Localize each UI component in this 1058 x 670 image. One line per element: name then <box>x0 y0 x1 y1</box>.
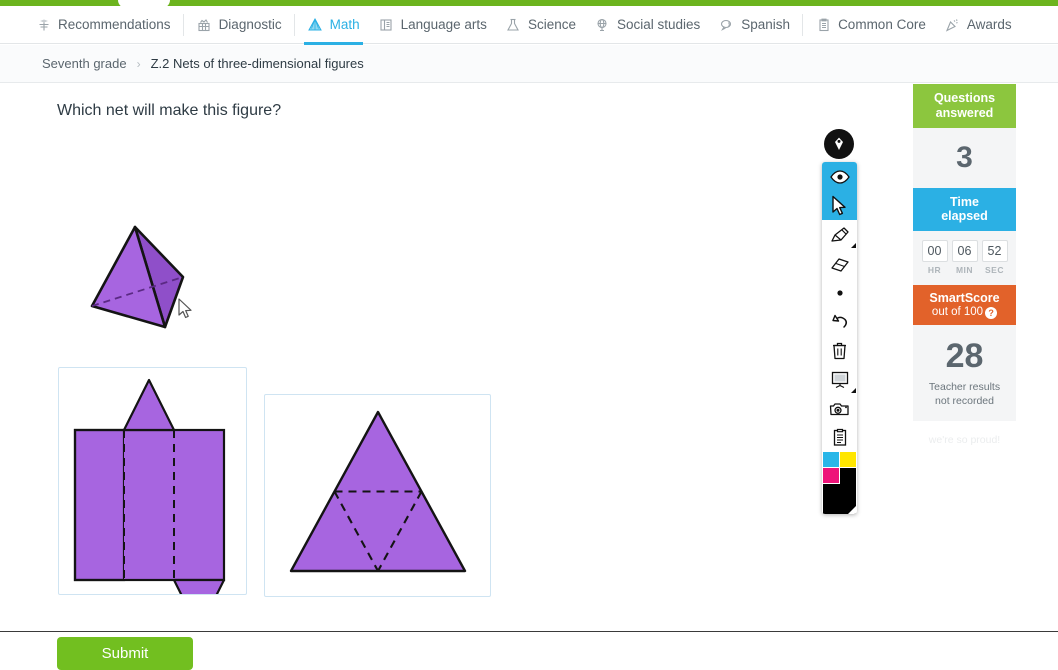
submenu-corner-icon <box>848 506 856 514</box>
timer-display: 00 HR 06 MIN 52 SEC <box>913 231 1016 275</box>
book-icon <box>378 16 395 33</box>
breadcrumb-grade[interactable]: Seventh grade <box>42 56 127 71</box>
nav-tab-science[interactable]: Science <box>496 6 585 44</box>
nav-tab-label: Diagnostic <box>218 17 282 32</box>
marker-pen-icon[interactable] <box>822 220 857 249</box>
nav-tab-label: Language arts <box>400 17 487 32</box>
time-elapsed-header: Time elapsed <box>913 187 1016 231</box>
timer-seconds-label: SEC <box>985 265 1004 275</box>
teacher-note-line-2: not recorded <box>935 395 994 408</box>
timer-minutes-label: MIN <box>955 265 974 275</box>
flask-icon <box>505 16 522 33</box>
nav-tab-language-arts[interactable]: Language arts <box>369 6 496 44</box>
breadcrumb-skill[interactable]: Z.2 Nets of three-dimensional figures <box>151 56 364 71</box>
score-panel: Questions answered 3 Time elapsed 00 HR … <box>913 84 1016 446</box>
chevron-right-icon: › <box>136 56 141 71</box>
nav-tab-label: Recommendations <box>58 17 171 32</box>
time-elapsed-title-1: Time <box>950 194 979 209</box>
timer-hours-value: 00 <box>921 240 948 262</box>
color-palette[interactable] <box>822 452 857 514</box>
nav-tab-diagnostic[interactable]: Diagnostic <box>187 6 291 44</box>
answer-option-2[interactable] <box>264 394 491 597</box>
questions-answered-title-2: answered <box>935 105 994 120</box>
smartscore-title: SmartScore <box>929 291 1000 305</box>
questions-answered-title-1: Questions <box>933 91 996 105</box>
questions-answered-body: 3 <box>913 127 1016 188</box>
smartscore-value: 28 <box>945 337 984 376</box>
smartscore-subtitle: out of 100 <box>931 305 984 318</box>
nav-tab-math[interactable]: Math <box>298 6 369 45</box>
cursor-pointer-icon[interactable] <box>822 191 857 220</box>
tetrahedron-net-icon <box>289 410 467 573</box>
time-elapsed-body: 00 HR 06 MIN 52 SEC <box>913 231 1016 285</box>
teacher-note-line-1: Teacher results <box>928 381 1001 394</box>
teacher-results-note: Teacher results not recorded <box>913 380 1016 420</box>
nav-tab-common-core[interactable]: Common Core <box>806 6 935 44</box>
timer-minutes: 06 MIN <box>951 240 978 275</box>
drawing-toolbar <box>822 162 857 514</box>
swatch-magenta[interactable] <box>823 468 839 483</box>
eraser-icon[interactable] <box>822 249 857 278</box>
questions-answered-value: 3 <box>956 140 973 174</box>
eye-visibility-icon[interactable] <box>822 162 857 191</box>
triangular-prism-net-icon <box>73 378 226 632</box>
clipboard-list-icon <box>815 16 832 33</box>
timer-minutes-value: 06 <box>951 240 978 262</box>
globe-icon <box>594 16 611 33</box>
mouse-cursor-icon <box>178 298 194 325</box>
submit-button[interactable]: Submit <box>57 637 193 670</box>
timer-hours: 00 HR <box>921 240 948 275</box>
submenu-corner-icon <box>851 388 856 393</box>
questions-answered-header: Questions answered <box>913 84 1016 128</box>
nav-tab-label: Science <box>527 17 576 32</box>
question-prompt: Which net will make this figure? <box>57 102 282 119</box>
pen-nib-badge-icon[interactable] <box>824 129 854 159</box>
nav-tab-recommendations[interactable]: Recommendations <box>26 6 180 44</box>
nav-tab-label: Social studies <box>616 17 701 32</box>
nav-divider <box>182 13 184 36</box>
party-popper-icon <box>944 16 961 33</box>
timer-seconds-value: 52 <box>981 240 1008 262</box>
main-navigation: Recommendations Diagnostic Math Language… <box>0 6 1058 45</box>
smartscore-subtitle-row: out of 100? <box>913 306 1016 320</box>
time-elapsed-title-2: elapsed <box>941 209 988 224</box>
faded-encouragement-note: we're so proud! <box>928 433 1001 446</box>
nav-tab-label: Spanish <box>741 17 791 32</box>
answer-option-1[interactable] <box>58 367 247 632</box>
bottom-divider <box>0 631 1058 632</box>
nav-tab-spanish[interactable]: Spanish <box>709 6 799 44</box>
recommendations-icon <box>35 16 52 33</box>
swatch-yellow[interactable] <box>840 452 856 467</box>
timer-seconds: 52 SEC <box>981 240 1008 275</box>
smartscore-body: 28 Teacher results not recorded <box>913 325 1016 421</box>
nav-tab-awards[interactable]: Awards <box>935 6 1021 44</box>
question-work-area: Which net will make this figure? Submit <box>0 84 905 670</box>
timer-hours-label: HR <box>927 265 942 275</box>
nav-tab-label: Math <box>329 17 360 32</box>
nav-divider <box>293 13 295 36</box>
nav-divider <box>802 13 804 36</box>
nav-tab-social-studies[interactable]: Social studies <box>585 6 709 44</box>
nav-tab-label: Common Core <box>838 17 926 32</box>
swatch-cyan[interactable] <box>823 452 839 467</box>
help-icon[interactable]: ? <box>985 306 998 319</box>
trash-can-icon[interactable] <box>822 336 857 365</box>
dot-size-icon[interactable] <box>822 278 857 307</box>
whiteboard-icon[interactable] <box>822 365 857 394</box>
breadcrumb: Seventh grade › Z.2 Nets of three-dimens… <box>0 45 1058 83</box>
math-pyramid-icon <box>307 16 324 33</box>
camera-icon[interactable] <box>822 394 857 423</box>
clipboard-icon[interactable] <box>822 423 857 452</box>
diagnostic-icon <box>196 16 213 33</box>
submenu-corner-icon <box>851 243 856 248</box>
undo-arrow-icon[interactable] <box>822 307 857 336</box>
speech-bubbles-icon <box>718 16 735 33</box>
nav-tab-label: Awards <box>966 17 1012 32</box>
smartscore-header: SmartScore out of 100? <box>913 285 1016 326</box>
